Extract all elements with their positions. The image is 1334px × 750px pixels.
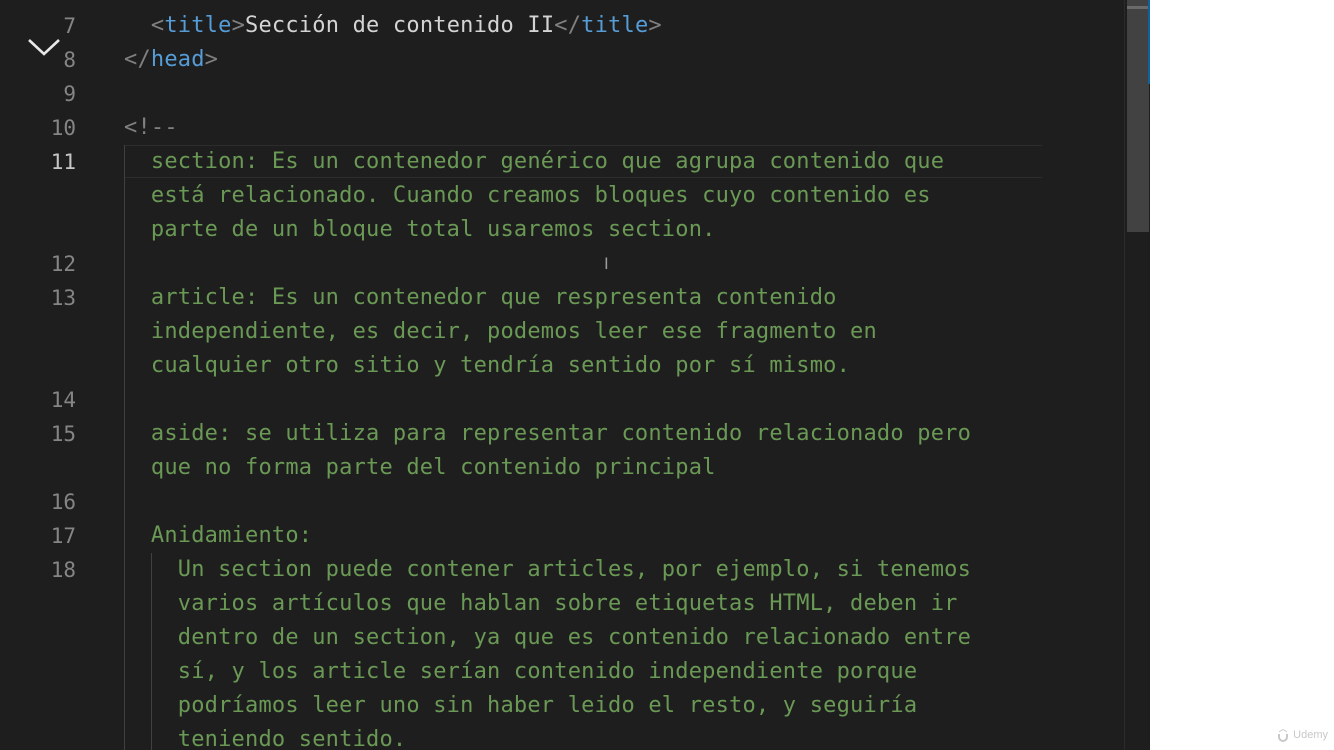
indent-guide xyxy=(124,145,125,750)
line-number xyxy=(0,213,100,247)
code-token: podríamos leer uno sin haber leido el re… xyxy=(124,693,918,718)
code-line[interactable]: podríamos leer uno sin haber leido el re… xyxy=(124,689,917,723)
code-line[interactable]: sí, y los article serían contenido indep… xyxy=(124,655,917,689)
udemy-logo xyxy=(1278,729,1289,742)
code-token: dentro de un section, ya que es contenid… xyxy=(124,625,972,650)
code-token: está relacionado. Cuando creamos bloques… xyxy=(124,183,931,208)
code-line[interactable]: </head> xyxy=(124,43,218,77)
code-token: </ xyxy=(124,47,151,72)
code-editor[interactable]: 7 8 9 10 11 12 13 14 15 16 17 18 <title>Sección de … xyxy=(0,0,1150,750)
code-area[interactable]: <title>Sección de contenido II</title> </… xyxy=(124,0,1124,750)
code-line[interactable]: está relacionado. Cuando creamos bloques… xyxy=(124,179,931,213)
code-token: parte de un bloque total usaremos sectio… xyxy=(124,217,716,242)
line-number-gutter: 7 8 9 10 11 12 13 14 15 16 17 18 xyxy=(0,0,100,750)
code-line[interactable]: <title>Sección de contenido II</title> xyxy=(124,9,662,43)
code-token: > xyxy=(231,13,246,38)
code-line[interactable]: que no forma parte del contenido princip… xyxy=(124,451,716,485)
code-token: title xyxy=(581,13,649,38)
code-token: > xyxy=(648,13,662,38)
line-number xyxy=(0,349,100,383)
line-number: 16 xyxy=(50,490,76,514)
code-token: sí, y los article serían contenido indep… xyxy=(124,659,918,684)
code-token: article: Es un contenedor que respresent… xyxy=(124,285,837,310)
line-number xyxy=(0,587,100,621)
code-token: cualquier otro sitio y tendría sentido p… xyxy=(124,353,851,378)
line-number: 12 xyxy=(50,252,76,276)
code-token: teniendo sentido. xyxy=(124,727,407,750)
line-number xyxy=(0,723,100,750)
line-number: 18 xyxy=(50,558,76,582)
line-number: 15 xyxy=(50,422,76,446)
line-number: 10 xyxy=(50,116,76,140)
udemy-watermark: Udemy xyxy=(1276,728,1328,742)
code-line[interactable]: teniendo sentido. xyxy=(124,723,406,750)
code-line[interactable]: <!-- xyxy=(124,111,178,145)
code-line[interactable]: Anidamiento: xyxy=(124,519,312,553)
code-token: > xyxy=(204,47,219,72)
code-token: head xyxy=(150,47,205,72)
code-token: section: Es un contenedor genérico que a… xyxy=(124,149,945,174)
line-number xyxy=(0,315,100,349)
code-line[interactable]: aside: se utiliza para representar conte… xyxy=(124,417,971,451)
line-number xyxy=(0,621,100,655)
code-token: que no forma parte del contenido princip… xyxy=(124,455,716,480)
code-line[interactable]: section: Es un contenedor genérico que a… xyxy=(124,145,944,179)
line-number: 14 xyxy=(50,388,76,412)
code-line[interactable]: varios artículos que hablan sobre etique… xyxy=(124,587,958,621)
vertical-scrollbar[interactable] xyxy=(1124,0,1150,750)
line-number xyxy=(0,451,100,485)
scrollbar-thumb[interactable] xyxy=(1127,0,1149,232)
line-number xyxy=(0,655,100,689)
code-line[interactable]: cualquier otro sitio y tendría sentido p… xyxy=(124,349,850,383)
code-token: independiente, es decir, podemos leer es… xyxy=(124,319,877,344)
code-line[interactable]: dentro de un section, ya que es contenid… xyxy=(124,621,971,655)
line-number xyxy=(0,179,100,213)
code-line[interactable]: parte de un bloque total usaremos sectio… xyxy=(124,213,716,247)
text-cursor-icon: I xyxy=(604,254,609,273)
code-token: Anidamiento: xyxy=(124,523,313,548)
code-line[interactable]: independiente, es decir, podemos leer es… xyxy=(124,315,877,349)
line-number: 13 xyxy=(50,286,76,310)
scrollbar-position-marker xyxy=(1127,6,1149,9)
code-token: aside: se utiliza para representar conte… xyxy=(124,421,972,446)
line-number xyxy=(0,689,100,723)
code-token: Sección de contenido II xyxy=(245,13,555,38)
panel-edge-accent xyxy=(1148,0,1150,84)
line-number: 9 xyxy=(63,82,76,106)
watermark-text: Udemy xyxy=(1293,729,1328,741)
code-token: <!-- xyxy=(124,115,178,140)
chevron-down-icon[interactable] xyxy=(26,32,62,62)
code-token: title xyxy=(164,13,232,38)
line-number: 17 xyxy=(50,524,76,548)
code-token: Un section puede contener articles, por … xyxy=(124,557,972,582)
line-number: 11 xyxy=(50,150,76,174)
code-line[interactable]: Un section puede contener articles, por … xyxy=(124,553,971,587)
indent-guide-nested xyxy=(151,553,152,750)
code-line[interactable]: article: Es un contenedor que respresent… xyxy=(124,281,837,315)
code-token: varios artículos que hablan sobre etique… xyxy=(124,591,958,616)
code-token: </ xyxy=(554,13,582,38)
code-token: < xyxy=(150,13,165,38)
